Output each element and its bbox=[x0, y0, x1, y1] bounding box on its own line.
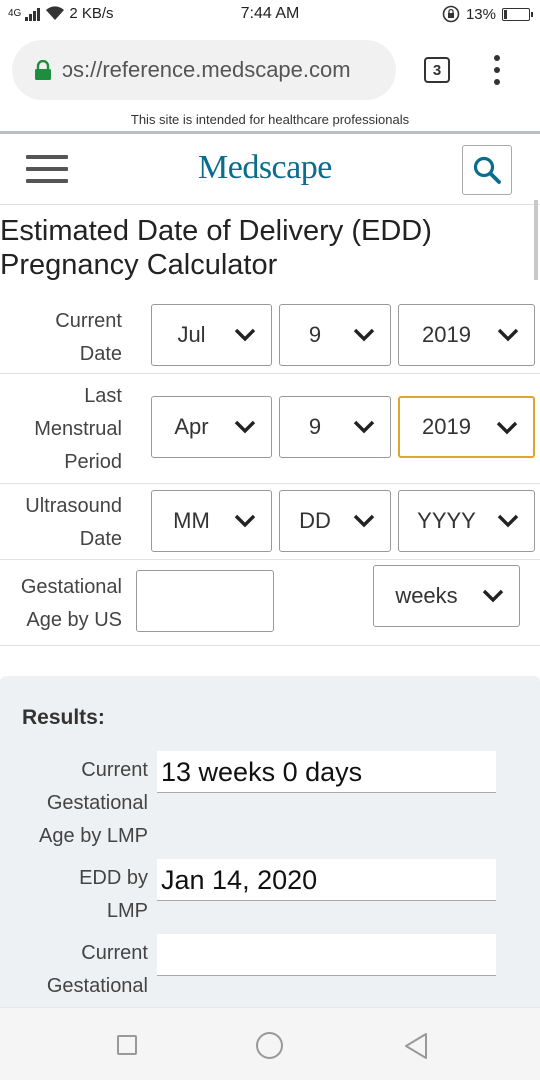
current-date-label: Current Date bbox=[55, 310, 122, 365]
lmp-day-select[interactable]: 9 bbox=[279, 396, 391, 458]
ultrasound-date-label: Ultrasound Date bbox=[25, 495, 122, 550]
ultrasound-date-row: Ultrasound Date MM DD YYYY bbox=[0, 484, 540, 560]
chevron-down-icon bbox=[497, 328, 519, 342]
search-button[interactable] bbox=[462, 145, 512, 195]
recents-button[interactable] bbox=[117, 1035, 137, 1055]
browser-menu-icon[interactable] bbox=[493, 55, 501, 85]
current-ga-lmp-output: 13 weeks 0 days bbox=[157, 751, 496, 793]
gestational-unit-select[interactable]: weeks bbox=[373, 565, 520, 627]
gestational-us-input[interactable] bbox=[136, 570, 274, 632]
chevron-down-icon bbox=[234, 514, 256, 528]
results-heading: Results: bbox=[22, 706, 105, 729]
lmp-month-select[interactable]: Apr bbox=[151, 396, 272, 458]
edd-lmp-label: EDD by LMP bbox=[79, 867, 148, 922]
gestational-us-label: Gestational Age by US bbox=[20, 576, 122, 631]
hcp-notice: This site is intended for healthcare pro… bbox=[0, 110, 540, 134]
android-nav-bar bbox=[0, 1007, 540, 1080]
battery-percent: 13% bbox=[465, 5, 496, 23]
status-right: 13% bbox=[442, 5, 533, 23]
status-bar: 4G 2 KB/s 7:44 AM 13% bbox=[0, 0, 540, 30]
rotation-lock-icon bbox=[442, 5, 460, 23]
battery-icon bbox=[502, 7, 533, 21]
tab-switcher-button[interactable]: 3 bbox=[424, 57, 450, 83]
battery-fill bbox=[504, 9, 507, 19]
search-icon bbox=[473, 156, 501, 184]
results-panel: Results: Current Gestational Age by LMP … bbox=[0, 676, 540, 1016]
current-day-select[interactable]: 9 bbox=[279, 304, 391, 366]
logo-text: Medscape bbox=[198, 149, 332, 186]
ultrasound-day-select[interactable]: DD bbox=[279, 490, 391, 552]
hamburger-menu-icon[interactable] bbox=[26, 155, 68, 183]
ultrasound-year-select[interactable]: YYYY bbox=[398, 490, 535, 552]
chevron-down-icon bbox=[353, 420, 375, 434]
current-month-select[interactable]: Jul bbox=[151, 304, 272, 366]
lock-icon bbox=[35, 60, 51, 80]
chevron-down-icon bbox=[496, 421, 518, 435]
scrollbar[interactable] bbox=[534, 200, 538, 280]
current-date-row: Current Date Jul 9 2019 bbox=[0, 300, 540, 374]
current-year-select[interactable]: 2019 bbox=[398, 304, 535, 366]
lmp-label: Last Menstrual Period bbox=[34, 385, 122, 473]
chevron-down-icon bbox=[482, 589, 504, 603]
current-ga-us-output bbox=[157, 934, 496, 976]
chevron-down-icon bbox=[497, 514, 519, 528]
chevron-down-icon bbox=[353, 514, 375, 528]
ultrasound-month-select[interactable]: MM bbox=[151, 490, 272, 552]
current-ga-us-label: Current Gestational bbox=[46, 942, 148, 997]
medscape-logo[interactable]: Medscape bbox=[198, 149, 332, 187]
edd-lmp-output: Jan 14, 2020 bbox=[157, 859, 496, 901]
lmp-year-select[interactable]: 2019 bbox=[398, 396, 535, 458]
current-ga-lmp-label: Current Gestational Age by LMP bbox=[39, 759, 148, 847]
url-bar[interactable]: ɔs://reference.medscape.com bbox=[12, 40, 396, 100]
url-text: ɔs://reference.medscape.com bbox=[62, 57, 351, 82]
lmp-row: Last Menstrual Period Apr 9 2019 bbox=[0, 374, 540, 484]
chevron-down-icon bbox=[234, 420, 256, 434]
gestational-us-row: Gestational Age by US weeks bbox=[0, 560, 540, 646]
page-title: Estimated Date of Delivery (EDD) Pregnan… bbox=[0, 215, 432, 281]
chevron-down-icon bbox=[353, 328, 375, 342]
site-header: Medscape bbox=[0, 135, 540, 205]
home-button[interactable] bbox=[256, 1032, 283, 1059]
back-button[interactable] bbox=[404, 1032, 428, 1060]
chevron-down-icon bbox=[234, 328, 256, 342]
